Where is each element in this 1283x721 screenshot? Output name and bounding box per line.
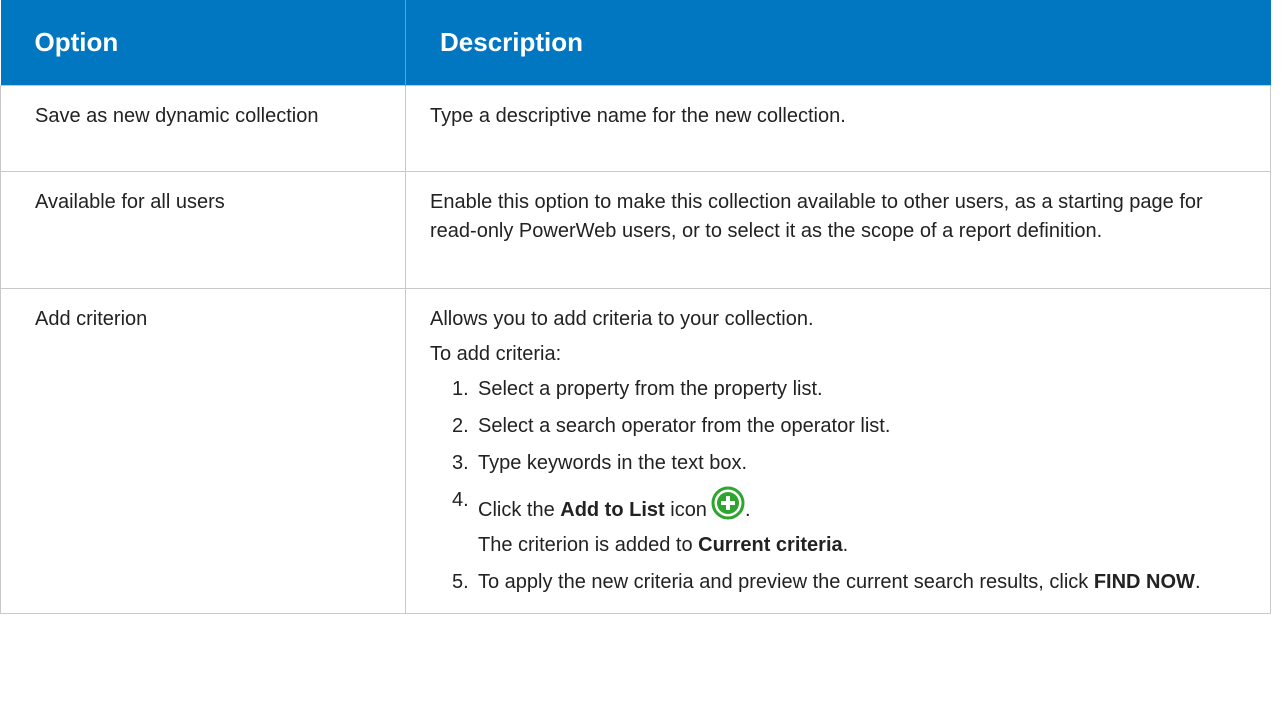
step-text-end: . — [744, 499, 751, 521]
add-circle-icon — [711, 486, 745, 520]
step-number: 4. — [452, 489, 469, 511]
add-to-list-label: Add to List — [560, 499, 665, 521]
table-row: Add criterion Allows you to add criteria… — [0, 288, 1271, 614]
step-text-post: icon — [664, 499, 707, 521]
step-text: Select a property from the property list… — [478, 378, 823, 400]
list-item: 2. Select a search operator from the ope… — [430, 412, 1250, 441]
table-row: Available for all users Enable this opti… — [0, 171, 1271, 289]
find-now-label: FIND NOW — [1093, 571, 1195, 593]
list-item: 1. Select a property from the property l… — [430, 375, 1250, 404]
current-criteria-label: Current criteria — [698, 534, 843, 556]
step-text-post: . — [1194, 571, 1201, 593]
description-cell: Allows you to add criteria to your colle… — [405, 288, 1271, 614]
step-text-pre: To apply the new criteria and preview th… — [478, 571, 1094, 593]
step-number: 2. — [452, 415, 469, 437]
step-result: The criterion is added to Current criter… — [478, 531, 1250, 560]
steps-intro: To add criteria: — [430, 343, 562, 365]
list-item: 5. To apply the new criteria and preview… — [430, 568, 1250, 597]
result-text-post: . — [842, 534, 849, 556]
list-item: 3. Type keywords in the text box. — [430, 449, 1250, 478]
step-number: 3. — [452, 452, 469, 474]
header-description: Description — [405, 0, 1271, 86]
description-text: Allows you to add criteria to your colle… — [430, 308, 814, 330]
step-text: Type keywords in the text box. — [478, 452, 748, 474]
step-text: Select a search operator from the operat… — [478, 415, 891, 437]
description-cell: Enable this option to make this collecti… — [405, 171, 1271, 289]
option-cell: Add criterion — [0, 288, 406, 614]
description-cell: Type a descriptive name for the new coll… — [405, 85, 1271, 172]
steps-list: 1. Select a property from the property l… — [430, 375, 1250, 597]
table-header-row: Option Description — [0, 0, 1271, 86]
option-cell: Available for all users — [0, 171, 406, 289]
table-row: Save as new dynamic collection Type a de… — [0, 85, 1271, 172]
options-table: Option Description Save as new dynamic c… — [0, 0, 1271, 614]
list-item: 4. Click the Add to List icon. The crite… — [430, 486, 1250, 560]
step-number: 5. — [452, 571, 469, 593]
option-cell: Save as new dynamic collection — [0, 85, 406, 172]
result-text-pre: The criterion is added to — [478, 534, 699, 556]
step-number: 1. — [452, 378, 469, 400]
header-option: Option — [0, 0, 406, 86]
step-text-pre: Click the — [478, 499, 561, 521]
